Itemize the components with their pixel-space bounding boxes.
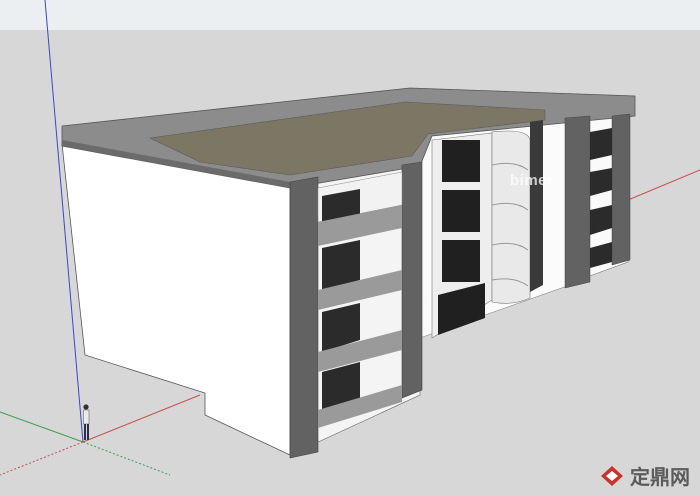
watermark-right: bimer: [510, 172, 554, 189]
right-frame-column-a: [564, 115, 591, 289]
diamond-logo-icon: [601, 465, 623, 486]
building-model-scene[interactable]: [0, 0, 700, 496]
watermark-left: bimer: [148, 172, 192, 189]
left-frame-column-outer: [289, 176, 319, 459]
modeling-viewport[interactable]: bimer bimer 定鼎网: [0, 0, 700, 496]
red-axis-far: [627, 169, 700, 201]
red-axis-dotted: [0, 441, 84, 476]
green-axis-dotted: [82, 441, 171, 476]
green-axis: [0, 411, 84, 443]
site-logo: 定鼎网: [600, 461, 690, 490]
tower-column: [530, 120, 543, 292]
left-end-wall: [61, 143, 291, 456]
left-frame-column-inner: [401, 161, 423, 399]
right-frame-column-b: [611, 113, 631, 266]
logo-text: 定鼎网: [630, 465, 690, 489]
red-axis: [82, 394, 201, 443]
curved-stair-tower: [491, 130, 531, 304]
scale-figure: [83, 404, 90, 440]
